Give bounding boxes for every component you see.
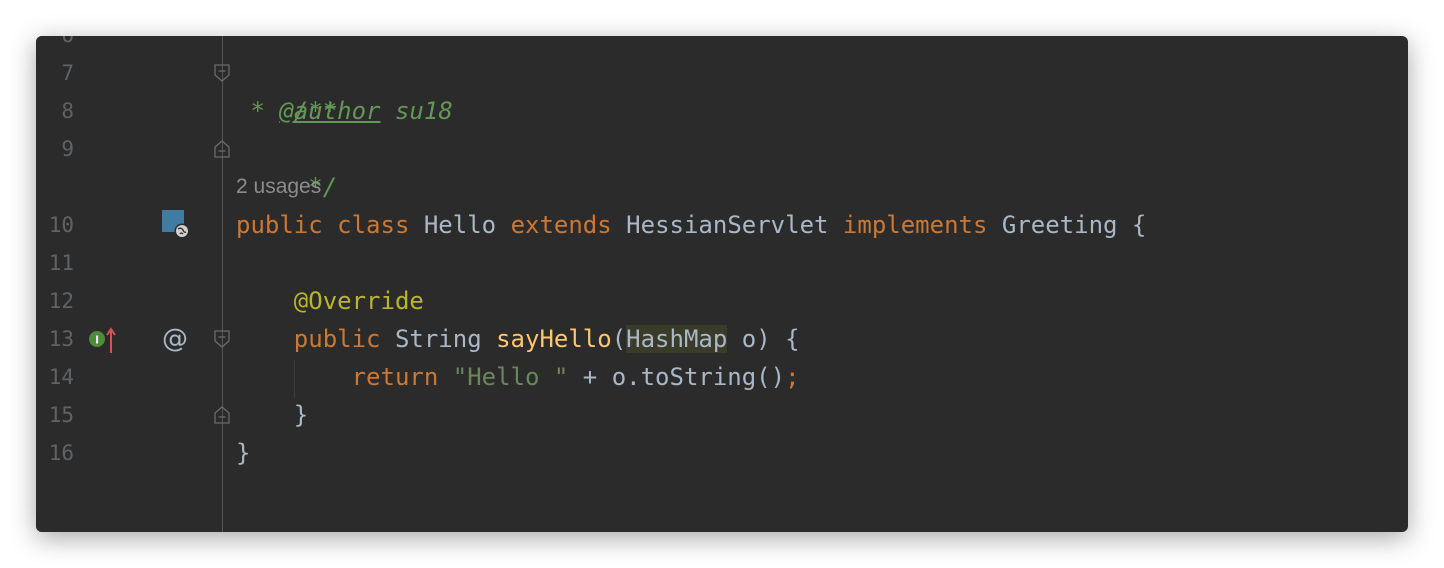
code-line-15[interactable]: } [236,396,308,434]
param-rest: o) { [727,325,800,353]
line-number-10: 10 [48,213,74,237]
string-literal: "Hello " [452,363,569,391]
keyword-return: return [351,363,439,391]
line-number-14: 14 [48,365,74,389]
code-line-8[interactable]: * @author su18 [236,92,453,130]
javadoc-author-tag[interactable]: @author [279,97,380,125]
line-number-6: 6 [36,36,74,54]
code-line-7[interactable]: /** [236,54,337,125]
code-editor-window: 6 7 8 9 10 11 12 13 14 15 16 I @ /** [36,36,1408,532]
servlet-web-icon[interactable] [162,210,190,240]
usages-inlay-hint[interactable]: 2 usages [236,168,321,206]
fold-open-icon[interactable] [213,63,231,83]
override-at-icon[interactable]: @ [162,320,188,358]
javadoc-author-name: su18 [380,97,453,125]
code-line-13[interactable]: public String sayHello(HashMap o) { [236,320,800,358]
interface-name[interactable]: Greeting [1002,211,1118,239]
code-line-14[interactable]: return "Hello " + o.toString(); [236,358,800,396]
code-line-9[interactable]: */ [236,130,337,201]
doc-comment-star: * [236,97,280,125]
keyword-extends: extends [510,211,612,239]
keyword-public: public [236,211,323,239]
code-line-10[interactable]: public class Hello extends HessianServle… [236,206,1146,244]
class-name[interactable]: Hello [424,211,496,239]
keyword-public: public [293,325,381,353]
method-close-brace: } [293,401,309,429]
line-number-13: 13 [48,327,74,351]
line-number-11: 11 [48,251,74,275]
semicolon: ; [785,363,800,391]
expression-rest[interactable]: + o.toString() [568,363,785,391]
fold-close-icon[interactable] [213,139,231,159]
keyword-class: class [337,211,410,239]
implements-marker-letter: I [95,334,99,347]
method-name[interactable]: sayHello [496,325,612,353]
line-number-9: 9 [61,137,74,161]
open-brace: { [1131,211,1147,239]
superclass-name[interactable]: HessianServlet [626,211,828,239]
line-number-16: 16 [48,441,74,465]
code-line-12[interactable]: @Override [236,282,424,320]
fold-gutter-line [222,36,223,532]
line-number-8: 8 [61,99,74,123]
fold-close-icon[interactable] [213,405,231,425]
fold-open-icon[interactable] [213,329,231,349]
param-type-highlighted[interactable]: HashMap [626,325,728,353]
open-paren: ( [611,325,627,353]
class-close-brace: } [236,439,251,467]
line-number-15: 15 [48,403,74,427]
implementing-method-icon[interactable]: I [88,326,118,354]
return-type[interactable]: String [395,325,482,353]
line-number-12: 12 [48,289,74,313]
override-annotation[interactable]: @Override [294,287,424,315]
keyword-implements: implements [842,211,988,239]
code-line-16[interactable]: } [236,434,250,472]
line-number-7: 7 [61,61,74,85]
